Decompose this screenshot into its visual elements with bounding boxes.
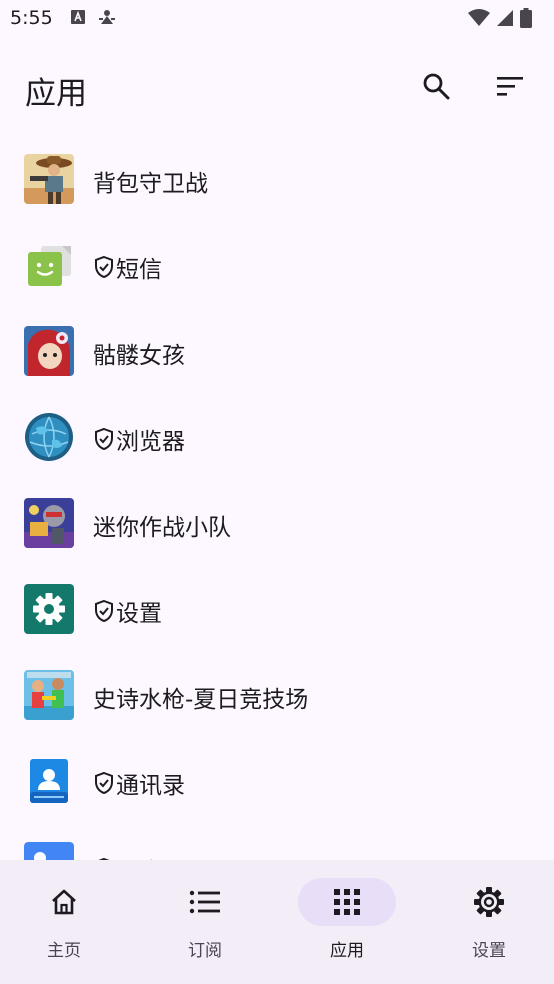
- list-item[interactable]: 浏览器: [0, 394, 554, 480]
- app-label: 图库: [116, 852, 162, 860]
- sort-button[interactable]: [490, 66, 530, 106]
- app-label: 设置: [116, 601, 162, 627]
- settings-app-icon: [24, 584, 74, 634]
- nav-item-apps[interactable]: 应用: [278, 860, 416, 984]
- search-button[interactable]: [416, 66, 456, 106]
- nav-label: 订阅: [188, 941, 222, 961]
- game-icon-skullgirl: [24, 326, 74, 376]
- gallery-icon: [24, 842, 74, 860]
- app-label: 短信: [116, 257, 162, 283]
- nav-label: 设置: [472, 941, 506, 961]
- shield-icon: [93, 599, 115, 623]
- nav-item-home[interactable]: 主页: [0, 860, 133, 984]
- list-item[interactable]: 背包守卫战: [0, 136, 554, 222]
- messaging-icon: [24, 240, 74, 290]
- battery-icon: [520, 8, 532, 32]
- shield-icon: [93, 255, 115, 279]
- shield-icon: [93, 771, 115, 795]
- debug-icon: [98, 9, 116, 29]
- list-item[interactable]: 通讯录: [0, 738, 554, 824]
- app-list[interactable]: 背包守卫战 短信 骷髅女孩 浏览器 迷你作战小队 设置 史诗水枪-夏日竞技场 通…: [0, 136, 554, 860]
- list-item[interactable]: 短信: [0, 222, 554, 308]
- home-icon: [52, 889, 76, 915]
- game-icon-watergun: [24, 670, 74, 720]
- status-bar: 5:55: [0, 0, 554, 40]
- nav-active-indicator: [298, 878, 396, 926]
- list-item[interactable]: 迷你作战小队: [0, 480, 554, 566]
- app-label: 骷髅女孩: [93, 343, 185, 369]
- nav-item-subscriptions[interactable]: 订阅: [136, 860, 274, 984]
- bottom-navigation: 主页 订阅 应用 设置: [0, 860, 554, 984]
- browser-globe-icon: [24, 412, 74, 462]
- list-item[interactable]: 设置: [0, 566, 554, 652]
- list-item[interactable]: 骷髅女孩: [0, 308, 554, 394]
- page-title: 应用: [25, 76, 87, 112]
- signal-icon: [496, 9, 514, 31]
- status-left-icons: [70, 9, 116, 29]
- list-item[interactable]: 图库: [0, 824, 554, 860]
- list-item[interactable]: 史诗水枪-夏日竞技场: [0, 652, 554, 738]
- contacts-icon: [24, 756, 74, 806]
- search-icon: [423, 73, 450, 100]
- wifi-icon: [468, 9, 490, 31]
- nav-label: 应用: [330, 941, 364, 961]
- text-a-icon: [70, 9, 86, 29]
- status-time: 5:55: [10, 7, 53, 29]
- status-right-icons: [468, 8, 532, 32]
- app-label: 通讯录: [116, 773, 185, 799]
- nav-label: 主页: [47, 941, 81, 961]
- game-icon-cowboy: [24, 154, 74, 204]
- app-label: 背包守卫战: [93, 171, 208, 197]
- apps-grid-icon: [334, 889, 360, 915]
- nav-item-settings[interactable]: 设置: [420, 860, 554, 984]
- app-label: 史诗水枪-夏日竞技场: [93, 687, 309, 713]
- top-app-bar: 应用: [0, 56, 554, 120]
- sort-icon: [497, 77, 523, 96]
- game-icon-squad: [24, 498, 74, 548]
- shield-icon: [93, 427, 115, 451]
- app-label: 浏览器: [116, 429, 185, 455]
- app-label: 迷你作战小队: [93, 515, 231, 541]
- list-icon: [189, 890, 220, 914]
- gear-icon: [474, 887, 504, 917]
